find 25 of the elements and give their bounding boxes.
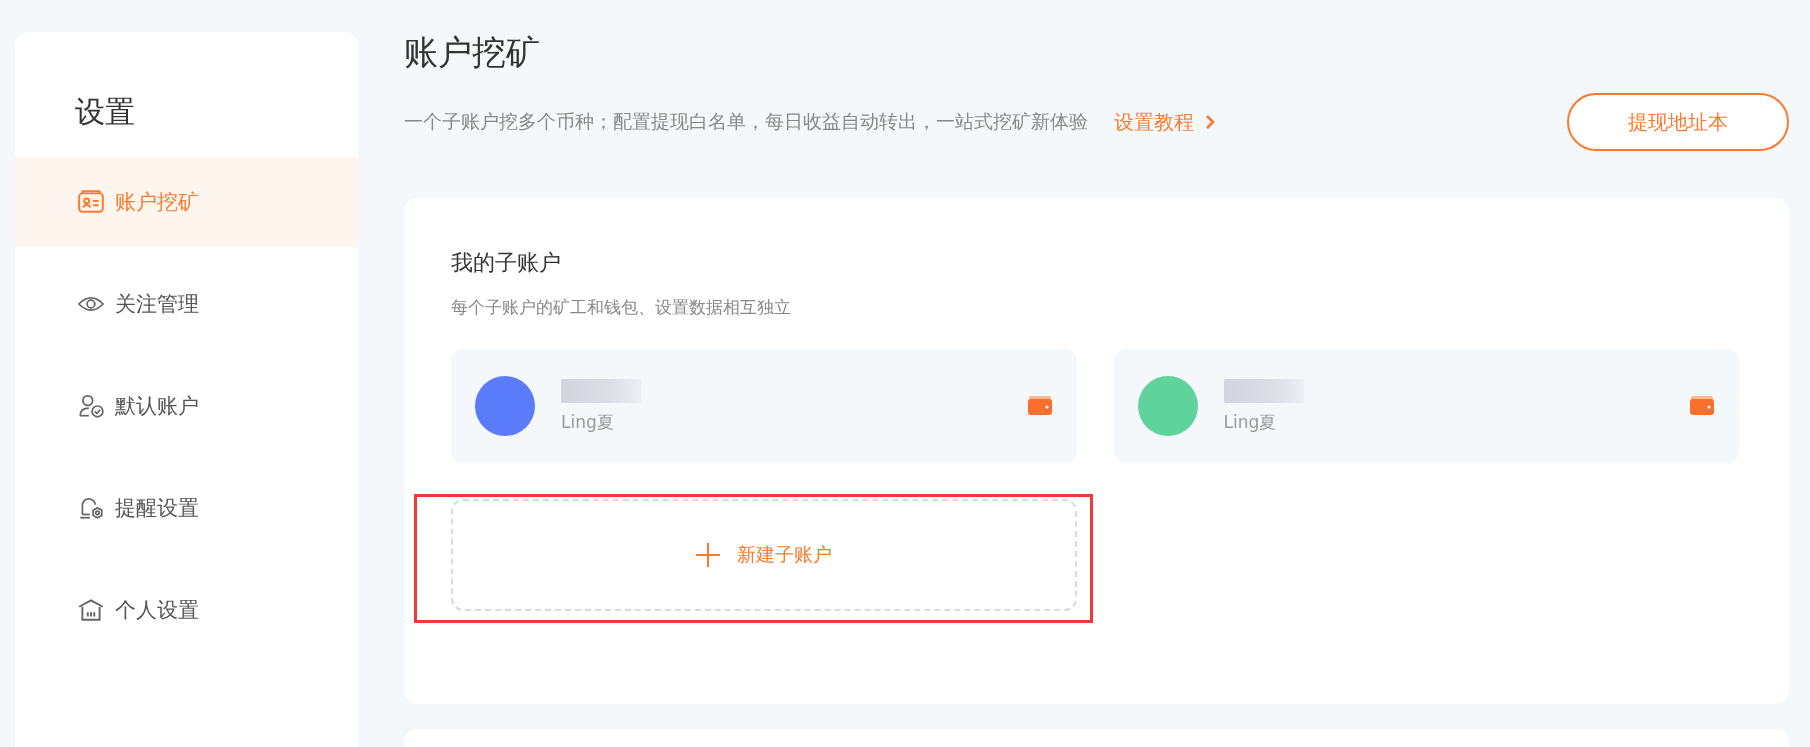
address-book-button[interactable]: 提现地址本 xyxy=(1567,93,1789,151)
wallet-icon[interactable] xyxy=(1689,395,1715,417)
sidebar-item[interactable]: 账户挖矿 xyxy=(15,157,358,247)
new-sub-account-button[interactable]: 新建子账户 xyxy=(451,499,1077,611)
user-check-icon xyxy=(77,393,105,419)
page-title: 账户挖矿 xyxy=(404,32,541,72)
sidebar-item[interactable]: 提醒设置 xyxy=(15,463,358,553)
page-description: 一个子账户挖多个币种；配置提现白名单，每日收益自动转出，一站式挖矿新体验 xyxy=(404,109,1088,134)
id-card-icon xyxy=(77,189,105,215)
sidebar-item[interactable]: 默认账户 xyxy=(15,361,358,451)
sidebar-item[interactable]: 关注管理 xyxy=(15,259,358,349)
bell-gear-icon xyxy=(77,495,105,521)
tutorial-link[interactable]: 设置教程 xyxy=(1114,108,1216,136)
wallet-icon[interactable] xyxy=(1026,395,1053,417)
sub-account-card[interactable]: Ling夏 xyxy=(451,349,1077,463)
sub-account-card[interactable]: Ling夏 xyxy=(1113,349,1739,463)
house-icon xyxy=(77,597,105,623)
plus-icon xyxy=(695,542,722,568)
sidebar-title: 设置 xyxy=(74,93,136,131)
chevron-right-icon xyxy=(1204,114,1216,130)
section-title: 我的子账户 xyxy=(451,249,562,277)
account-owner: Ling夏 xyxy=(1223,410,1278,434)
account-owner: Ling夏 xyxy=(561,410,615,434)
section-description: 每个子账户的矿工和钱包、设置数据相互独立 xyxy=(451,296,792,319)
sidebar-item[interactable]: 个人设置 xyxy=(15,565,358,655)
